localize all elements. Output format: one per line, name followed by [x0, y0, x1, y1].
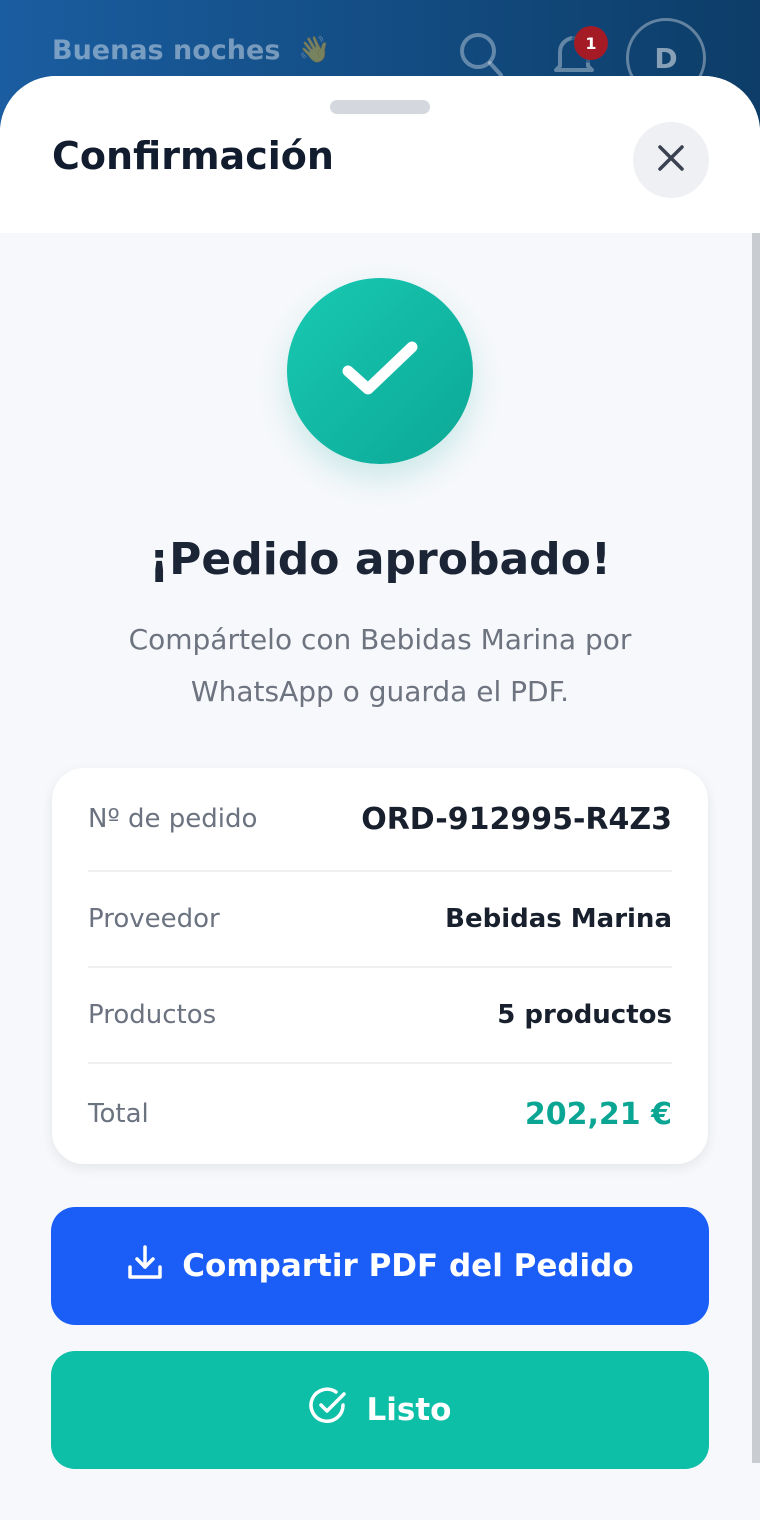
done-label: Listo — [366, 1392, 452, 1428]
total-value: 202,21 € — [524, 1096, 672, 1132]
success-subtitle: Compártelo con Bebidas Marina por WhatsA… — [128, 623, 632, 708]
order-summary-card: Nº de pedido ORD-912995-R4Z3 Proveedor B… — [52, 768, 708, 1164]
total-label: Total — [88, 1099, 149, 1129]
order-number-row: Nº de pedido ORD-912995-R4Z3 — [88, 768, 672, 872]
done-button[interactable]: Listo — [51, 1351, 709, 1469]
confirmation-sheet: Confirmación ¡Pedido aprobado! Compártel… — [0, 76, 760, 1520]
share-pdf-label: Compartir PDF del Pedido — [182, 1248, 634, 1284]
close-button[interactable] — [633, 122, 709, 198]
supplier-value: Bebidas Marina — [445, 904, 672, 934]
search-icon[interactable] — [458, 30, 504, 82]
success-headline: ¡Pedido aprobado! — [149, 534, 611, 585]
success-badge — [287, 278, 473, 464]
greeting: Buenas noches 👋 — [52, 30, 331, 70]
supplier-row: Proveedor Bebidas Marina — [88, 872, 672, 968]
close-icon — [657, 144, 685, 176]
drag-handle[interactable] — [330, 100, 430, 114]
greeting-text: Buenas noches — [52, 34, 281, 66]
products-label: Productos — [88, 1000, 217, 1030]
products-value: 5 productos — [497, 1000, 672, 1030]
share-pdf-button[interactable]: Compartir PDF del Pedido — [51, 1207, 709, 1325]
check-icon — [340, 337, 420, 405]
total-row: Total 202,21 € — [88, 1064, 672, 1164]
products-row: Productos 5 productos — [88, 968, 672, 1064]
supplier-label: Proveedor — [88, 904, 220, 934]
order-number-value: ORD-912995-R4Z3 — [361, 801, 672, 837]
sheet-title: Confirmación — [52, 134, 334, 178]
notification-badge: 1 — [574, 26, 608, 60]
scrollbar[interactable] — [752, 233, 760, 1463]
order-number-label: Nº de pedido — [88, 804, 258, 834]
check-circle-icon — [308, 1386, 349, 1434]
sheet-header: Confirmación — [0, 76, 760, 233]
download-icon — [126, 1243, 164, 1289]
wave-icon: 👋 — [298, 35, 331, 65]
